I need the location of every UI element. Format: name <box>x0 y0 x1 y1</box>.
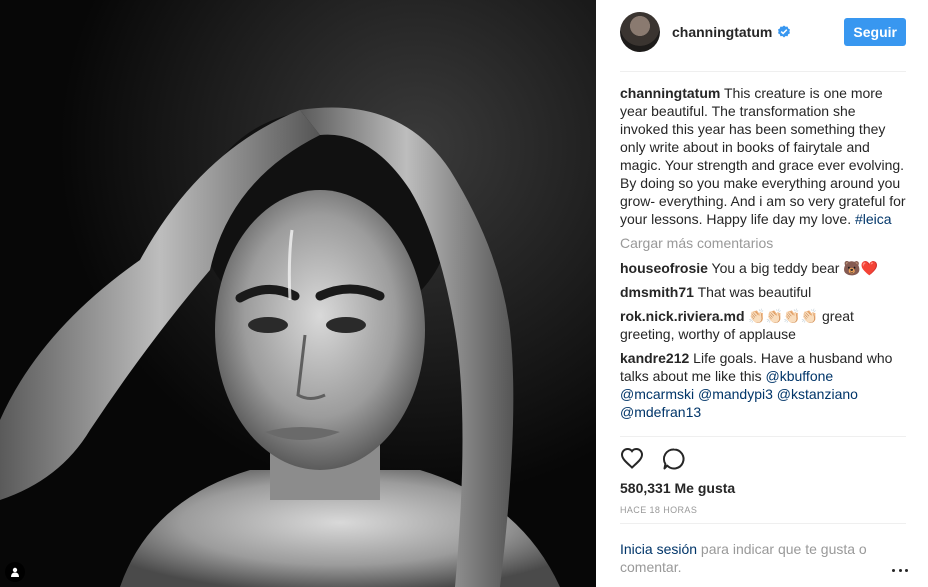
comment-username[interactable]: rok.nick.riviera.md <box>620 308 745 324</box>
verified-badge-icon <box>777 25 791 39</box>
comment-item: kandre212 Life goals. Have a husband who… <box>620 349 906 421</box>
comments-divider <box>620 436 906 437</box>
caption-username[interactable]: channingtatum <box>620 85 720 101</box>
instagram-post: channingtatum Seguir channingtatum This … <box>0 0 928 587</box>
comments-list[interactable]: channingtatum This creature is one more … <box>620 84 906 436</box>
likes-count[interactable]: 580,331 Me gusta <box>620 480 735 496</box>
login-link[interactable]: Inicia sesión <box>620 541 697 557</box>
caption-text: This creature is one more year beautiful… <box>620 85 906 227</box>
caption-hashtag-link[interactable]: #leica <box>855 211 892 227</box>
post-photo <box>0 0 596 587</box>
post-sidebar: channingtatum Seguir channingtatum This … <box>596 0 928 587</box>
comment-username[interactable]: houseofrosie <box>620 260 708 276</box>
author-avatar[interactable] <box>620 12 660 52</box>
comment-item: dmsmith71 That was beautiful <box>620 283 906 301</box>
comment-username[interactable]: kandre212 <box>620 350 689 366</box>
more-options-icon[interactable] <box>892 569 908 573</box>
post-caption: channingtatum This creature is one more … <box>620 84 906 228</box>
load-more-comments-link[interactable]: Cargar más comentarios <box>620 234 906 252</box>
comment-item: rok.nick.riviera.md 👏🏻👏🏻👏🏻👏🏻 great greet… <box>620 307 906 343</box>
post-actions <box>620 447 686 474</box>
comment-item: houseofrosie You a big teddy bear 🐻❤️ <box>620 259 906 277</box>
author-username[interactable]: channingtatum <box>672 24 772 40</box>
follow-button[interactable]: Seguir <box>844 18 906 46</box>
footer-divider <box>620 523 906 524</box>
login-prompt: Inicia sesión para indicar que te gusta … <box>620 540 888 576</box>
post-header: channingtatum Seguir <box>620 12 906 52</box>
comment-text: That was beautiful <box>697 284 812 300</box>
heart-outline-icon[interactable] <box>620 447 644 474</box>
header-divider <box>620 71 906 72</box>
comment-bubble-icon[interactable] <box>662 447 686 474</box>
post-photo-panel[interactable] <box>0 0 596 587</box>
comment-username[interactable]: dmsmith71 <box>620 284 694 300</box>
comment-text: You a big teddy bear 🐻❤️ <box>711 260 879 276</box>
post-timestamp: HACE 18 HORAS <box>620 505 698 515</box>
user-tag-icon[interactable] <box>5 562 25 582</box>
